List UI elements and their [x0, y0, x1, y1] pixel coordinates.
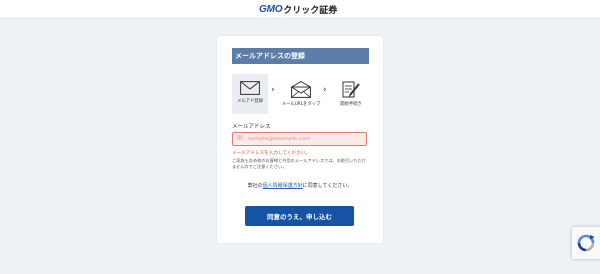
form-pen-icon	[342, 81, 360, 98]
form-title: メールアドレスの登録	[232, 48, 369, 64]
email-error-message: メールアドレスを入力してください。	[232, 151, 310, 156]
privacy-agreement-text: 弊社の個人情報保護方針に同意してください。	[217, 182, 383, 189]
step-start-procedure: 開始手続き	[333, 74, 369, 114]
agree-and-apply-button[interactable]: 同意のうえ、申し込む	[245, 206, 354, 226]
email-input[interactable]	[232, 132, 367, 146]
step-label: 開始手続き	[340, 102, 362, 107]
shared-address-note: ご家族も含め他のお客様と共用のメールアドレスでは、お取引いただけませんのでご注意…	[232, 158, 367, 170]
recaptcha-badge[interactable]	[572, 227, 600, 259]
logo-name: クリック証券	[283, 6, 338, 16]
registration-card: メールアドレスの登録 メルアド登録 › メールURLをタップ › 開始手続き メ…	[217, 36, 383, 243]
step-label: メールURLをタップ	[281, 102, 321, 107]
step-tap-url: メールURLをタップ	[281, 74, 321, 114]
recaptcha-icon	[577, 234, 595, 252]
site-logo[interactable]: GMO クリック証券	[259, 3, 337, 16]
envelope-icon	[240, 81, 260, 95]
top-bar: GMO クリック証券	[0, 0, 600, 19]
step-register-email: メルアド登録	[232, 74, 268, 114]
chevron-right-icon: ›	[323, 85, 327, 95]
logo-brand: GMO	[259, 4, 283, 15]
agree-suffix: に同意してください。	[302, 183, 353, 189]
chevron-right-icon: ›	[271, 85, 275, 95]
email-label: メールアドレス	[232, 124, 271, 130]
open-envelope-icon	[291, 81, 311, 98]
step-label: メルアド登録	[237, 99, 263, 104]
privacy-policy-link[interactable]: 個人情報保護方針	[263, 183, 303, 189]
step-indicator: メルアド登録 › メールURLをタップ › 開始手続き	[232, 74, 369, 114]
agree-prefix: 弊社の	[247, 183, 263, 189]
